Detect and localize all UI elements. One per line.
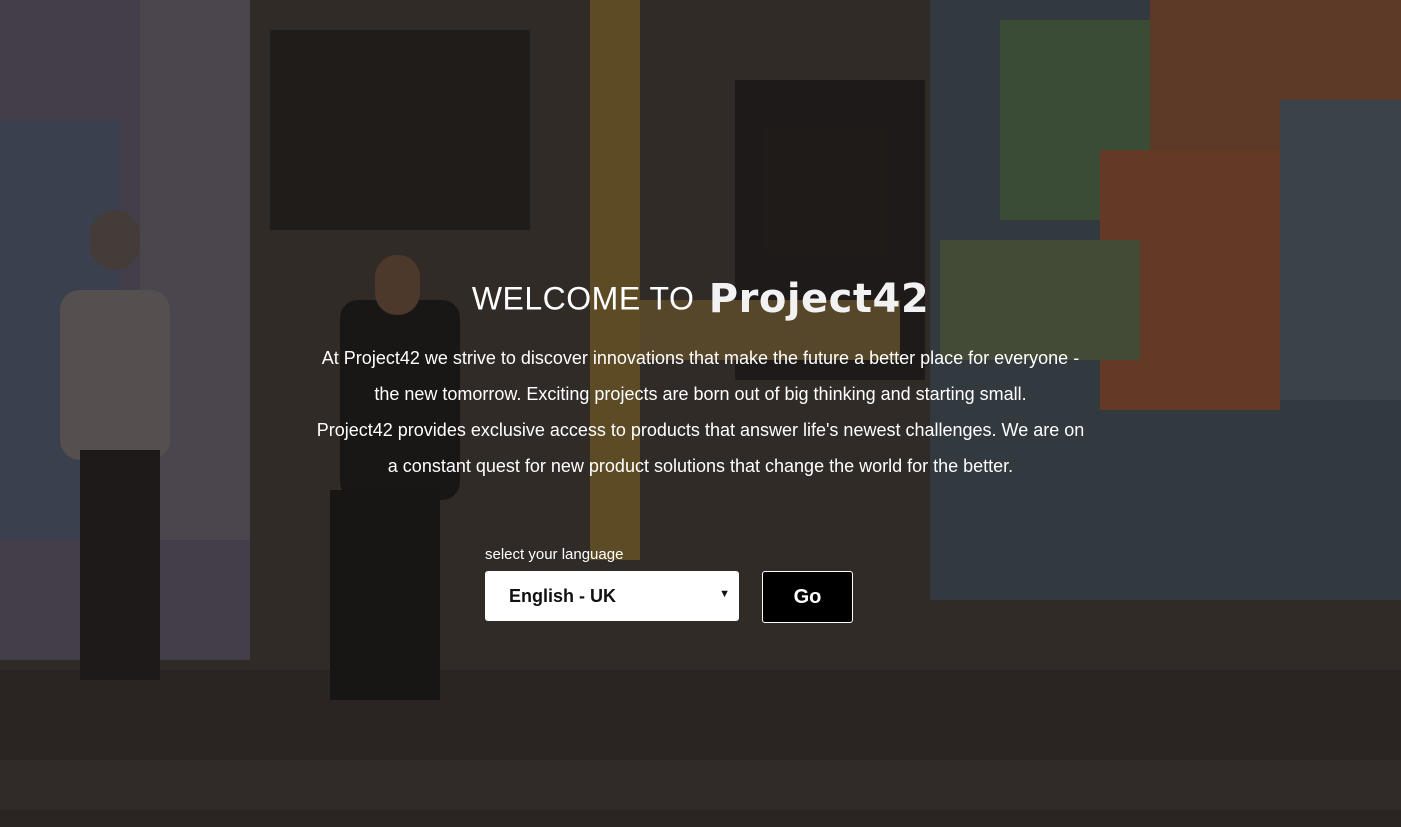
language-selected-value: English - UK <box>509 585 616 606</box>
language-select[interactable]: English - UK ▼ <box>485 571 739 621</box>
intro-line: Project42 provides exclusive access to p… <box>316 420 1085 440</box>
go-button[interactable]: Go <box>762 571 853 623</box>
page-title: WELCOME TO Project42 <box>0 276 1401 322</box>
chevron-down-icon: ▼ <box>719 588 730 600</box>
language-label: select your language <box>485 546 624 563</box>
intro-line: a constant quest for new product solutio… <box>387 456 1014 476</box>
intro-line: At Project42 we strive to discover innov… <box>321 348 1080 368</box>
welcome-panel: WELCOME TO Project42 At Project42 we str… <box>0 0 1401 827</box>
intro-paragraph: At Project42 we strive to discover innov… <box>200 340 1201 484</box>
landing-page: WELCOME TO Project42 At Project42 we str… <box>0 0 1401 827</box>
welcome-prefix: WELCOME TO <box>471 280 695 317</box>
intro-line: the new tomorrow. Exciting projects are … <box>374 384 1027 404</box>
brand-logo-text: Project42 <box>708 276 930 322</box>
